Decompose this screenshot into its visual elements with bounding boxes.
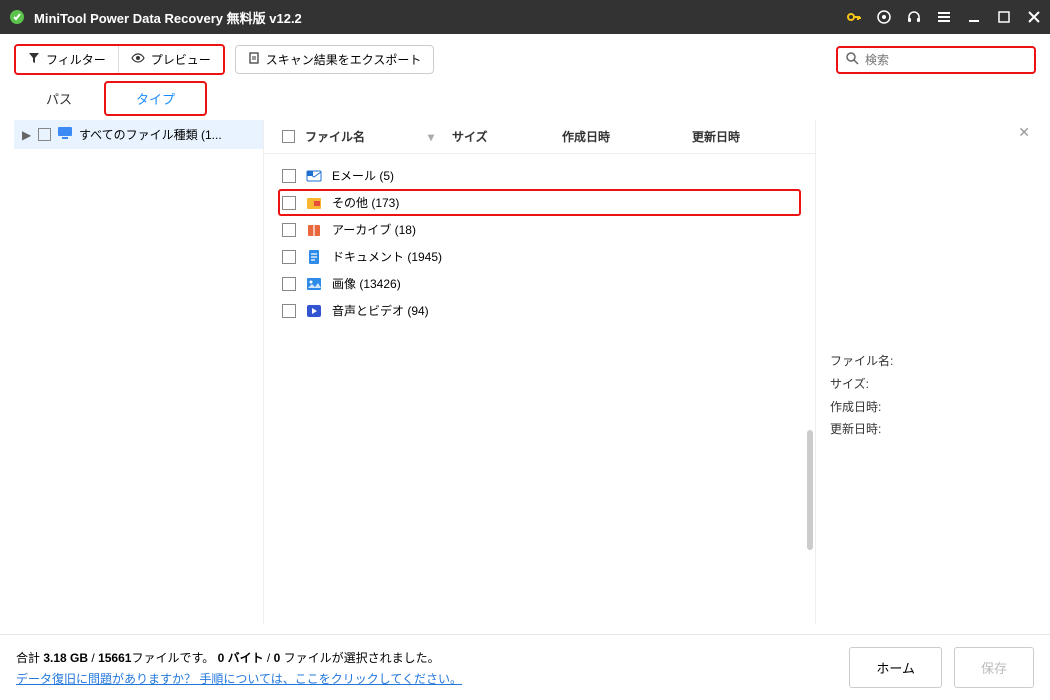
meta-size-label: サイズ: xyxy=(830,373,1022,396)
checkbox[interactable] xyxy=(282,196,296,210)
preview-label: プレビュー xyxy=(151,51,211,68)
other-icon xyxy=(306,195,322,211)
search-box[interactable] xyxy=(836,46,1036,74)
close-icon[interactable] xyxy=(1026,9,1042,25)
row-label: その他 (173) xyxy=(332,194,399,211)
tree-root-item[interactable]: ▶ すべてのファイル種類 (1... xyxy=(14,120,263,149)
column-headers: ファイル名 ▾ サイズ 作成日時 更新日時 xyxy=(264,120,815,154)
help-link[interactable]: データ復旧に問題がありますか？ 手順については、ここをクリックしてください。 xyxy=(16,670,462,687)
preview-pane: ✕ ファイル名: サイズ: 作成日時: 更新日時: xyxy=(816,120,1036,624)
titlebar: MiniTool Power Data Recovery 無料版 v12.2 xyxy=(0,0,1050,34)
eye-icon xyxy=(131,52,145,67)
minimize-icon[interactable] xyxy=(966,9,982,25)
app-logo-icon xyxy=(8,8,26,26)
status-text: 合計 3.18 GB / 15661ファイルです。 0 バイト / 0 ファイル… xyxy=(16,649,462,666)
checkbox[interactable] xyxy=(282,304,296,318)
filter-preview-group: フィルター プレビュー xyxy=(14,44,225,75)
select-all-checkbox[interactable] xyxy=(282,130,295,143)
checkbox[interactable] xyxy=(38,128,51,141)
search-input[interactable] xyxy=(865,53,1026,67)
image-icon xyxy=(306,276,322,292)
tab-path[interactable]: パス xyxy=(14,81,104,116)
headset-icon[interactable] xyxy=(906,9,922,25)
archive-icon xyxy=(306,222,322,238)
funnel-icon xyxy=(28,52,40,67)
maximize-icon[interactable] xyxy=(996,9,1012,25)
meta-created-label: 作成日時: xyxy=(830,396,1022,419)
list-item[interactable]: 音声とビデオ (94) xyxy=(278,297,801,324)
caret-right-icon: ▶ xyxy=(22,128,32,142)
preview-button[interactable]: プレビュー xyxy=(118,46,223,73)
disc-icon[interactable] xyxy=(876,9,892,25)
export-icon xyxy=(248,52,260,67)
save-button[interactable]: 保存 xyxy=(954,647,1034,688)
checkbox[interactable] xyxy=(282,277,296,291)
footer: 合計 3.18 GB / 15661ファイルです。 0 バイト / 0 ファイル… xyxy=(0,634,1050,700)
email-icon xyxy=(306,168,322,184)
preview-close-icon[interactable]: ✕ xyxy=(1018,124,1030,141)
sort-arrow-icon: ▾ xyxy=(428,130,434,144)
export-button[interactable]: スキャン結果をエクスポート xyxy=(235,45,435,74)
list-item[interactable]: ドキュメント (1945) xyxy=(278,243,801,270)
row-label: ドキュメント (1945) xyxy=(332,248,442,265)
tab-type[interactable]: タイプ xyxy=(104,81,207,116)
list-item[interactable]: アーカイブ (18) xyxy=(278,216,801,243)
menu-icon[interactable] xyxy=(936,9,952,25)
home-button[interactable]: ホーム xyxy=(849,647,942,688)
monitor-icon xyxy=(57,126,73,143)
view-tabs: パス タイプ xyxy=(0,81,1050,116)
main-area: ▶ すべてのファイル種類 (1... ファイル名 ▾ サイズ 作成日時 更新日時… xyxy=(0,116,1050,634)
list-item[interactable]: その他 (173) xyxy=(278,189,801,216)
col-created[interactable]: 作成日時 xyxy=(562,128,692,145)
row-label: アーカイブ (18) xyxy=(332,221,416,238)
row-label: Eメール (5) xyxy=(332,167,394,184)
rows-container: Eメール (5) その他 (173) アーカイブ (18) ドキュメント (1945)… xyxy=(264,154,815,332)
media-icon xyxy=(306,303,322,319)
meta-filename-label: ファイル名: xyxy=(830,350,1022,373)
row-label: 画像 (13426) xyxy=(332,275,401,292)
tree-sidebar: ▶ すべてのファイル種類 (1... xyxy=(14,120,264,624)
search-icon xyxy=(846,52,859,68)
scrollbar[interactable] xyxy=(807,430,813,550)
file-list: ファイル名 ▾ サイズ 作成日時 更新日時 Eメール (5) その他 (173) ア… xyxy=(264,120,816,624)
doc-icon xyxy=(306,249,322,265)
toolbar: フィルター プレビュー スキャン結果をエクスポート xyxy=(0,34,1050,81)
col-modified[interactable]: 更新日時 xyxy=(692,128,797,145)
list-item[interactable]: 画像 (13426) xyxy=(278,270,801,297)
filter-label: フィルター xyxy=(46,51,106,68)
filter-button[interactable]: フィルター xyxy=(16,46,118,73)
checkbox[interactable] xyxy=(282,223,296,237)
col-size[interactable]: サイズ xyxy=(452,128,562,145)
checkbox[interactable] xyxy=(282,250,296,264)
app-title: MiniTool Power Data Recovery 無料版 v12.2 xyxy=(34,8,846,27)
tree-root-label: すべてのファイル種類 (1... xyxy=(79,126,222,143)
row-label: 音声とビデオ (94) xyxy=(332,302,429,319)
checkbox[interactable] xyxy=(282,169,296,183)
col-name[interactable]: ファイル名 xyxy=(305,128,365,145)
meta-modified-label: 更新日時: xyxy=(830,418,1022,441)
list-item[interactable]: Eメール (5) xyxy=(278,162,801,189)
key-icon[interactable] xyxy=(846,9,862,25)
export-label: スキャン結果をエクスポート xyxy=(266,51,422,68)
